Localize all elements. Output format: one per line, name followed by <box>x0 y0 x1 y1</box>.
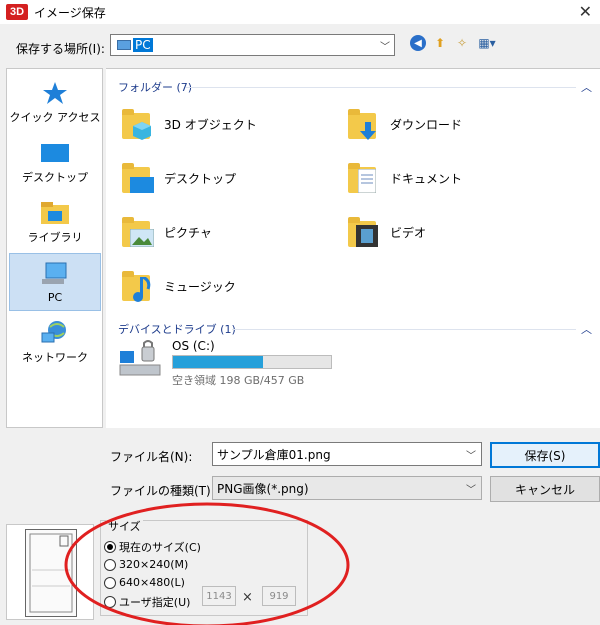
drive-usage-bar <box>172 355 332 369</box>
filetype-dropdown[interactable]: PNG画像(*.png) ﹀ <box>212 476 482 500</box>
up-folder-icon[interactable]: ⬆ <box>432 35 448 51</box>
chevron-down-icon[interactable]: ﹀ <box>466 481 476 496</box>
location-label: 保存する場所(I): <box>16 42 105 56</box>
folder-label: ビデオ <box>390 225 427 240</box>
radio-icon[interactable] <box>104 541 116 553</box>
collapse-icon[interactable]: ︿ <box>581 321 592 337</box>
folder-item[interactable]: ドキュメント <box>346 161 462 195</box>
title-bar: 3D イメージ保存 ✕ <box>0 0 600 24</box>
size-option-current[interactable]: 現在のサイズ(C) <box>104 539 201 555</box>
pictures-folder-icon <box>120 215 154 249</box>
folder-label: デスクトップ <box>164 171 237 186</box>
3d-objects-folder-icon <box>120 107 154 141</box>
radio-icon[interactable] <box>104 576 116 589</box>
times-sign: × <box>242 590 253 605</box>
chevron-down-icon[interactable]: ﹀ <box>380 38 390 53</box>
drive-icon <box>118 339 162 379</box>
pc-icon <box>42 262 67 284</box>
back-icon[interactable]: ◀ <box>410 35 426 51</box>
folder-item[interactable]: ダウンロード <box>346 107 462 141</box>
folder-label: ダウンロード <box>390 117 463 132</box>
downloads-folder-icon <box>346 107 380 141</box>
location-value: PC <box>133 38 153 52</box>
preview-pane <box>6 524 94 620</box>
window-title: イメージ保存 <box>34 5 106 20</box>
drive-free-space: 空き領域 198 GB/457 GB <box>172 374 305 387</box>
documents-folder-icon <box>346 161 380 195</box>
folder-item[interactable]: デスクトップ <box>120 161 236 195</box>
place-library[interactable]: ライブラリ <box>9 193 101 251</box>
place-label: PC <box>47 291 63 304</box>
drive-item[interactable]: OS (C:) 空き領域 198 GB/457 GB <box>118 339 332 388</box>
filename-label: ファイル名(N): <box>110 450 193 464</box>
place-desktop[interactable]: デスクトップ <box>9 133 101 191</box>
star-icon <box>43 82 67 104</box>
nav-toolbar: ◀ ⬆ ✧ ▦▾ <box>410 35 498 51</box>
place-label: ネットワーク <box>22 351 88 364</box>
location-dropdown[interactable]: PC ﹀ <box>110 34 395 56</box>
new-folder-icon[interactable]: ✧ <box>454 35 470 51</box>
radio-icon[interactable] <box>104 596 116 608</box>
place-label: ライブラリ <box>27 231 83 244</box>
close-icon[interactable]: ✕ <box>579 2 592 21</box>
place-quick-access[interactable]: クイック アクセス <box>9 73 101 131</box>
radio-icon[interactable] <box>104 558 116 571</box>
desktop-folder-icon <box>120 161 154 195</box>
radio-label: 640×480(L) <box>119 576 185 589</box>
folder-item[interactable]: ミュージック <box>120 269 236 303</box>
radio-label: ユーザ指定(U) <box>119 596 191 609</box>
app-logo-icon: 3D <box>6 4 28 20</box>
size-title: サイズ <box>106 518 143 534</box>
folder-label: ピクチャ <box>164 225 212 240</box>
custom-width-input[interactable]: 1143 <box>202 586 236 606</box>
library-icon <box>41 202 69 224</box>
folder-item[interactable]: 3D オブジェクト <box>120 107 257 141</box>
file-list: フォルダー (7) ︿ 3D オブジェクト ダウンロード デスクトップ ドキュメ… <box>106 68 600 428</box>
view-menu-icon[interactable]: ▦▾ <box>476 35 498 51</box>
places-bar: クイック アクセス デスクトップ ライブラリ PC ネットワーク <box>6 68 103 428</box>
place-label: クイック アクセス <box>9 111 101 124</box>
pc-small-icon <box>117 40 131 50</box>
folder-item[interactable]: ビデオ <box>346 215 426 249</box>
place-network[interactable]: ネットワーク <box>9 313 101 371</box>
collapse-icon[interactable]: ︿ <box>581 79 592 95</box>
radio-label: 現在のサイズ(C) <box>119 541 201 554</box>
folder-label: ドキュメント <box>390 171 463 186</box>
save-button[interactable]: 保存(S) <box>490 442 600 468</box>
filetype-label: ファイルの種類(T): <box>110 484 215 498</box>
group-divider <box>186 87 576 88</box>
filename-input[interactable]: サンプル倉庫01.png ﹀ <box>212 442 482 466</box>
filename-value: サンプル倉庫01.png <box>217 447 331 462</box>
network-icon <box>41 321 66 343</box>
custom-height-input[interactable]: 919 <box>262 586 296 606</box>
videos-folder-icon <box>346 215 380 249</box>
group-header-devices[interactable]: デバイスとドライブ (1) <box>118 321 236 337</box>
desktop-icon <box>41 144 69 162</box>
music-folder-icon <box>120 269 154 303</box>
size-option-320[interactable]: 320×240(M) <box>104 558 188 571</box>
size-option-640[interactable]: 640×480(L) <box>104 576 185 589</box>
group-divider <box>232 329 576 330</box>
drive-name: OS (C:) <box>172 339 215 353</box>
cancel-button[interactable]: キャンセル <box>490 476 600 502</box>
drive-usage-fill <box>173 356 263 368</box>
folder-label: ミュージック <box>164 279 236 294</box>
group-header-folders[interactable]: フォルダー (7) <box>118 79 192 95</box>
preview-thumbnail <box>25 529 77 617</box>
place-pc[interactable]: PC <box>9 253 101 311</box>
size-option-custom[interactable]: ユーザ指定(U) <box>104 594 190 610</box>
radio-label: 320×240(M) <box>119 558 189 571</box>
folder-item[interactable]: ピクチャ <box>120 215 212 249</box>
chevron-down-icon[interactable]: ﹀ <box>466 447 476 462</box>
folder-label: 3D オブジェクト <box>164 117 257 132</box>
filetype-value: PNG画像(*.png) <box>217 481 309 496</box>
place-label: デスクトップ <box>22 171 88 184</box>
